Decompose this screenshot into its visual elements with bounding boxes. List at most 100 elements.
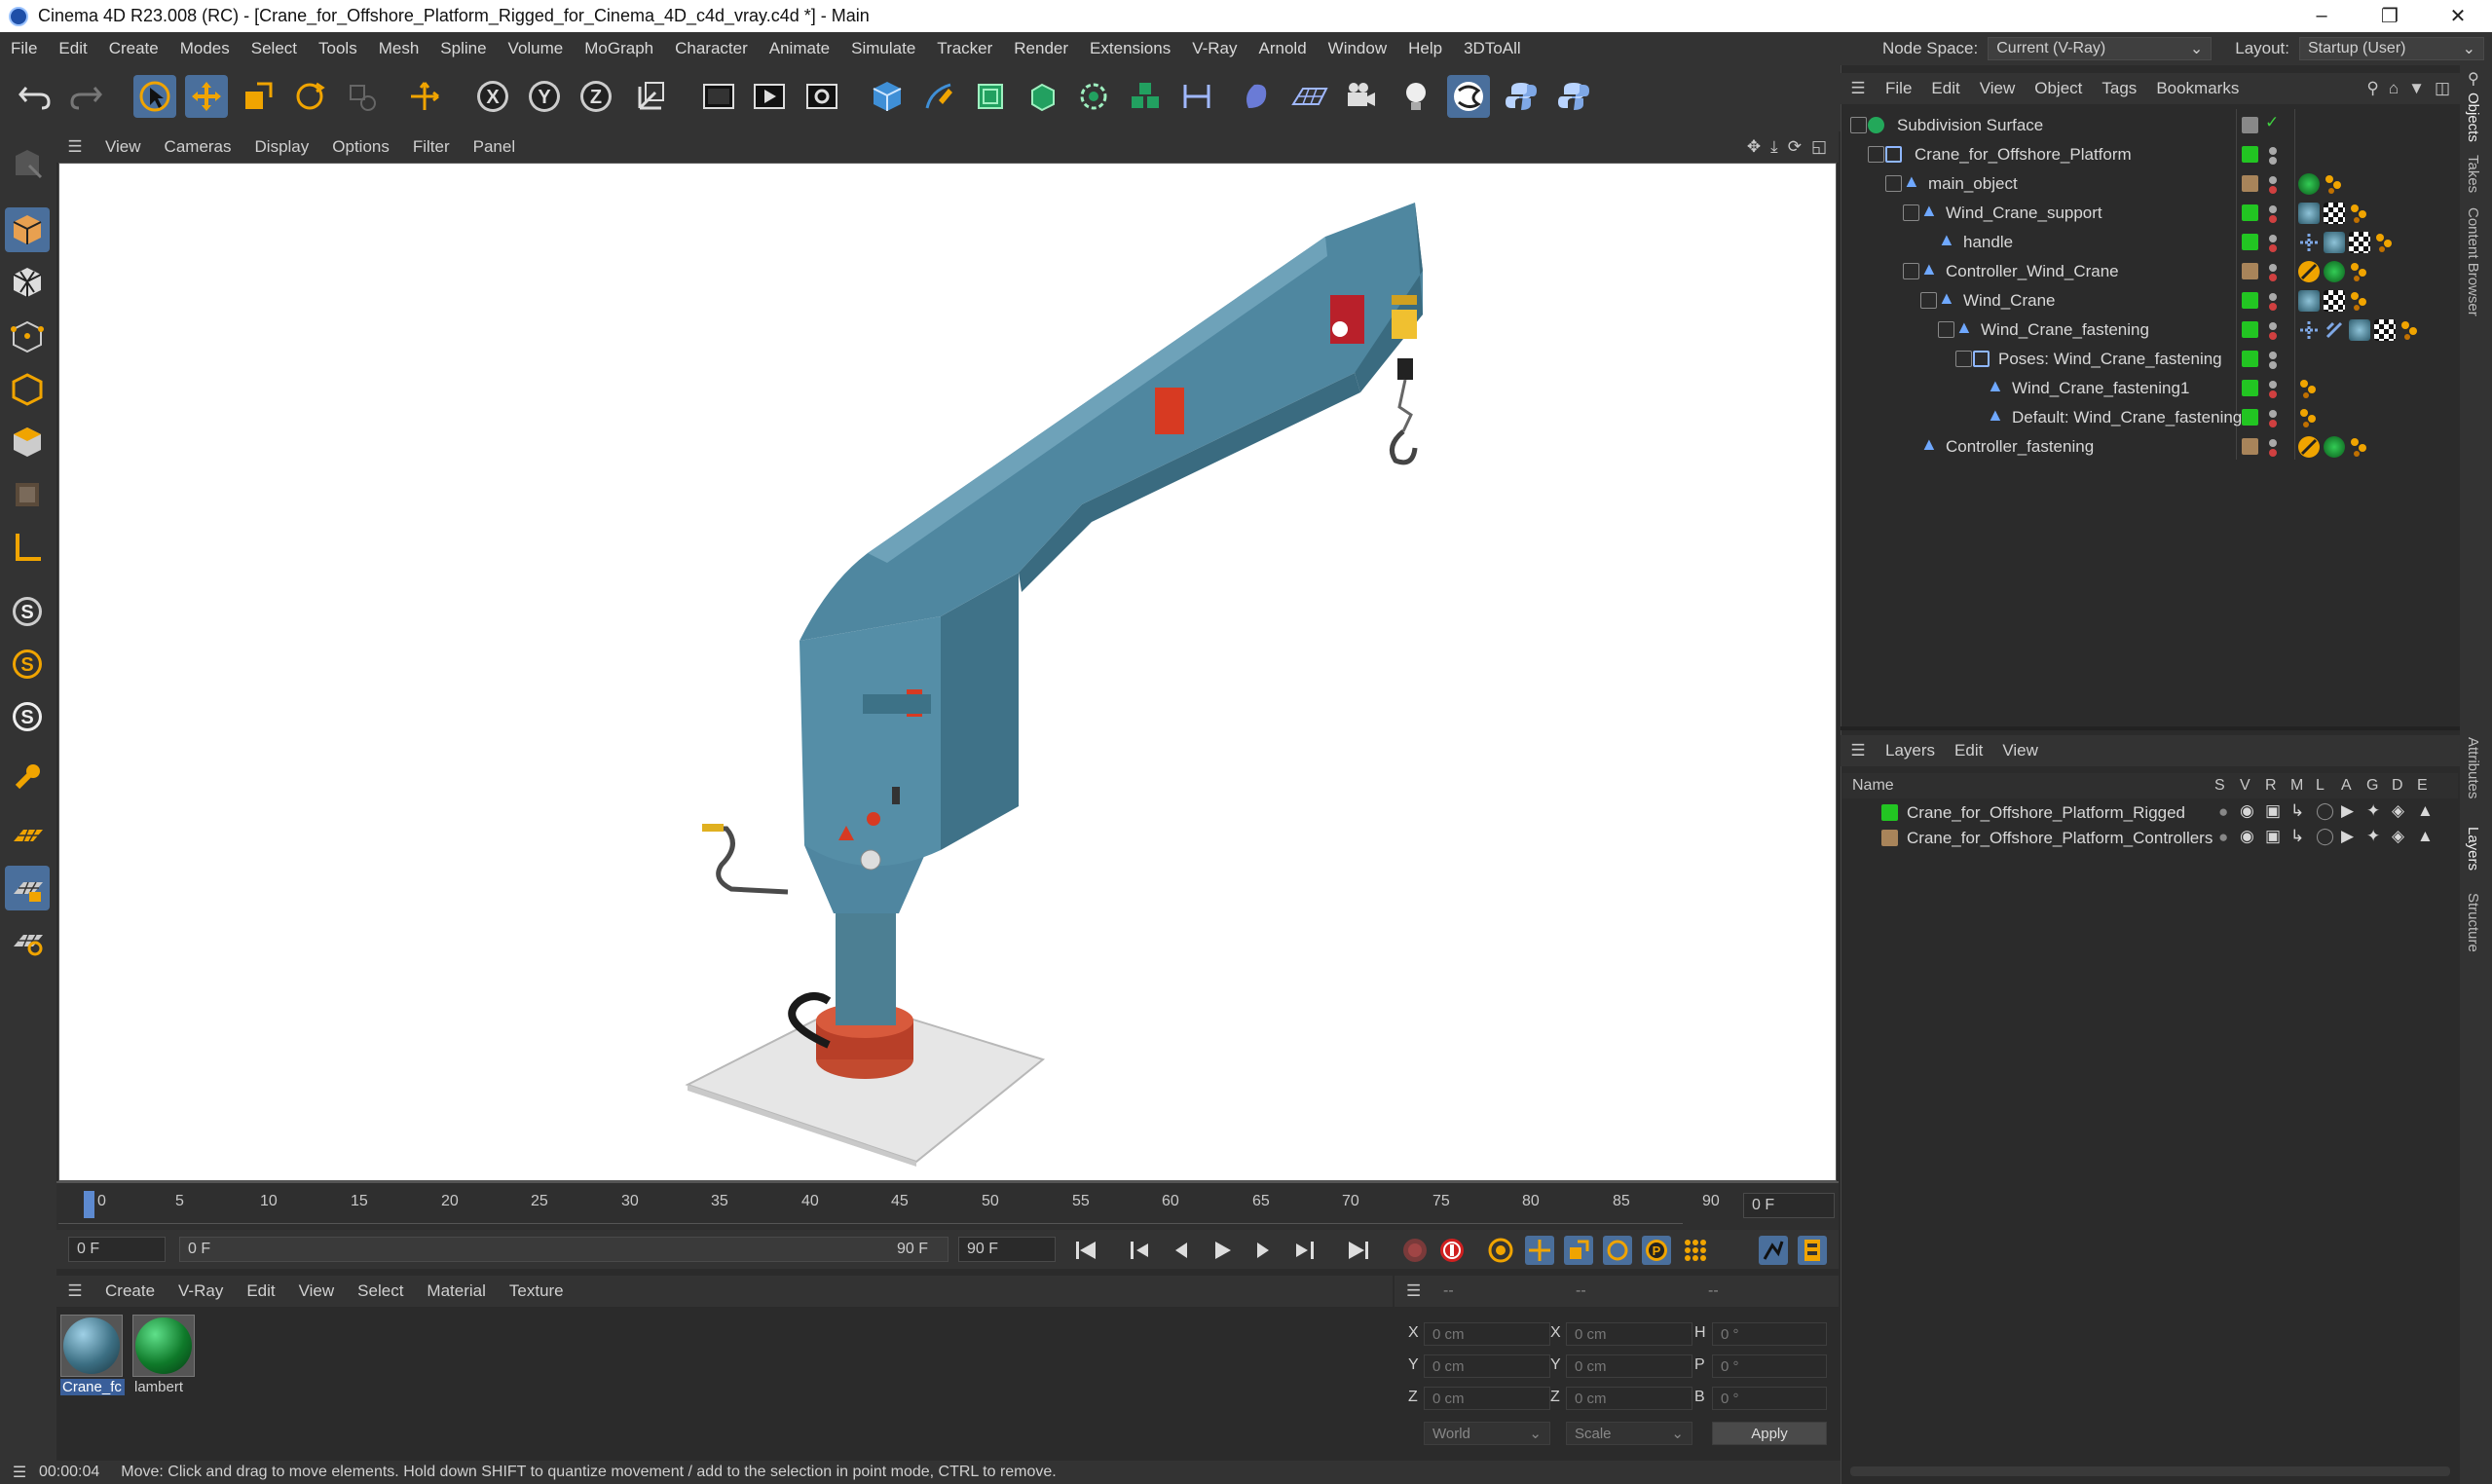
key-pla-icon[interactable] [1681, 1236, 1710, 1265]
ik-tag-icon[interactable] [2298, 407, 2320, 428]
menu-mograph[interactable]: MoGraph [574, 39, 664, 58]
menu-tracker[interactable]: Tracker [926, 39, 1003, 58]
uv-mode-icon[interactable] [5, 472, 50, 517]
live-selection-button[interactable] [133, 75, 176, 118]
material-menu-view[interactable]: View [287, 1281, 347, 1301]
object-row[interactable]: ▲ Controller_fastening [1842, 432, 2458, 462]
ik-tag-icon[interactable] [2349, 436, 2370, 458]
object-row[interactable]: ▲ Wind_Crane [1842, 286, 2458, 315]
model-mode-icon[interactable] [5, 207, 50, 252]
autokeying-icon[interactable] [1437, 1236, 1467, 1265]
material-tag-icon[interactable] [2324, 436, 2345, 458]
tab-content-browser[interactable]: Content Browser [2465, 207, 2481, 316]
tab-takes[interactable]: Takes [2465, 155, 2481, 193]
ik-tag-icon[interactable] [2349, 261, 2370, 282]
solo-icon[interactable]: ● [2218, 828, 2228, 847]
locked-icon[interactable]: ◯ [2316, 827, 2334, 846]
viewport-menu-display[interactable]: Display [243, 137, 321, 157]
size-x-field[interactable]: 0 cm [1566, 1322, 1692, 1346]
layers-menu-edit[interactable]: Edit [1945, 741, 1992, 761]
size-mode-dropdown[interactable]: Scale ⌄ [1566, 1422, 1692, 1445]
python-plugin-icon[interactable] [1552, 75, 1595, 118]
filter-icon[interactable]: ▼ [2408, 79, 2425, 98]
ik-tag-icon[interactable] [2374, 232, 2396, 253]
pose-morph-tag-icon[interactable] [2324, 319, 2345, 341]
hamburger-menu-icon[interactable]: ☰ [56, 137, 93, 157]
object-row[interactable]: ▲ Default: Wind_Crane_fastening [1842, 403, 2458, 432]
material-menu-material[interactable]: Material [415, 1281, 497, 1301]
layer-row[interactable]: Crane_for_Offshore_Platform_Rigged ● ◉ ▣… [1842, 800, 2458, 826]
start-frame-field[interactable]: 0 F [68, 1237, 166, 1262]
transform-tool-button[interactable] [403, 75, 446, 118]
hamburger-menu-icon[interactable]: ☰ [1841, 741, 1876, 761]
material-tag-icon[interactable] [2298, 203, 2320, 224]
viewport-menu-filter[interactable]: Filter [401, 137, 462, 157]
layer-color-swatch[interactable] [2242, 292, 2258, 309]
position-y-field[interactable]: 0 cm [1424, 1354, 1550, 1378]
zoom-view-icon[interactable]: ⤓ [1770, 137, 1778, 157]
menu-help[interactable]: Help [1397, 39, 1453, 58]
restore-icon[interactable]: ❐ [2356, 0, 2424, 32]
layer-color-swatch[interactable] [2242, 321, 2258, 338]
tweak-icon[interactable] [5, 755, 50, 799]
object-row[interactable]: ▲ main_object [1842, 169, 2458, 199]
objects-menu-bookmarks[interactable]: Bookmarks [2146, 79, 2249, 98]
previous-key-icon[interactable] [1126, 1236, 1155, 1265]
menu-render[interactable]: Render [1003, 39, 1079, 58]
go-to-start-icon[interactable] [1071, 1236, 1100, 1265]
measure-icon[interactable] [1175, 75, 1218, 118]
render-view-button[interactable] [697, 75, 740, 118]
solo-icon[interactable]: ● [2218, 802, 2228, 822]
go-to-end-icon[interactable] [1344, 1236, 1373, 1265]
layer-color-swatch[interactable] [2242, 438, 2258, 455]
visible-eye-icon[interactable]: ◉ [2240, 801, 2254, 821]
material-tag-icon[interactable] [2324, 261, 2345, 282]
pan-view-icon[interactable]: ✥ [1747, 137, 1761, 157]
material-swatch[interactable]: lambert [132, 1315, 197, 1404]
cube-object-icon[interactable] [866, 75, 909, 118]
points-mode-icon[interactable] [5, 315, 50, 359]
coordinate-system-button[interactable] [628, 75, 671, 118]
expressions-icon[interactable]: ▲ [2417, 801, 2434, 821]
animation-icon[interactable]: ▶ [2341, 801, 2354, 821]
menu-3dtoall[interactable]: 3DToAll [1453, 39, 1532, 58]
workplane-icon[interactable] [5, 813, 50, 858]
rotate-tool-button[interactable] [288, 75, 331, 118]
floor-icon[interactable] [1287, 75, 1330, 118]
layer-color-swatch[interactable] [2242, 117, 2258, 133]
cloner-icon[interactable] [1072, 75, 1115, 118]
ik-tag-icon[interactable] [2298, 378, 2320, 399]
object-row[interactable]: ▲ Wind_Crane_fastening1 [1842, 374, 2458, 403]
layer-color-swatch[interactable] [2242, 409, 2258, 426]
polygons-mode-icon[interactable] [5, 420, 50, 464]
new-window-icon[interactable]: ◫ [2435, 79, 2450, 98]
menu-create[interactable]: Create [98, 39, 169, 58]
layers-menu-view[interactable]: View [1992, 741, 2048, 761]
menu-character[interactable]: Character [664, 39, 759, 58]
object-row[interactable]: ▲ Wind_Crane_fastening [1842, 315, 2458, 345]
coordinate-space-dropdown[interactable]: World ⌄ [1424, 1422, 1550, 1445]
planar-workplane-icon[interactable] [5, 918, 50, 963]
tab-layers[interactable]: Layers [2465, 827, 2481, 871]
material-menu-create[interactable]: Create [93, 1281, 167, 1301]
object-row[interactable]: Subdivision Surface ✓ [1842, 111, 2458, 140]
manager-icon[interactable]: ↳ [2290, 801, 2304, 821]
key-rotation-icon[interactable] [1603, 1236, 1632, 1265]
timeline-window-icon[interactable] [1798, 1236, 1827, 1265]
object-row[interactable]: ▲ Wind_Crane_support [1842, 199, 2458, 228]
uvw-tag-icon[interactable] [2349, 232, 2370, 253]
pen-spline-icon[interactable] [917, 75, 960, 118]
ik-tag-icon[interactable] [2349, 203, 2370, 224]
generators-icon[interactable]: ✦ [2366, 801, 2380, 821]
recent-tools-button[interactable] [340, 75, 383, 118]
search-icon[interactable]: ⚲ [2468, 69, 2479, 89]
constraint-tag-icon[interactable] [2298, 232, 2320, 253]
uvw-tag-icon[interactable] [2324, 290, 2345, 312]
hamburger-menu-icon[interactable]: ☰ [1406, 1281, 1421, 1301]
current-frame-marker[interactable] [84, 1191, 94, 1218]
timeline-ruler[interactable]: 0 5 10 15 20 25 30 35 40 45 50 55 60 65 … [56, 1181, 1839, 1230]
object-row[interactable]: Poses: Wind_Crane_fastening [1842, 345, 2458, 374]
collapse-icon[interactable] [1850, 117, 1867, 133]
python-script-icon[interactable] [1500, 75, 1543, 118]
ik-tag-icon[interactable] [2349, 290, 2370, 312]
